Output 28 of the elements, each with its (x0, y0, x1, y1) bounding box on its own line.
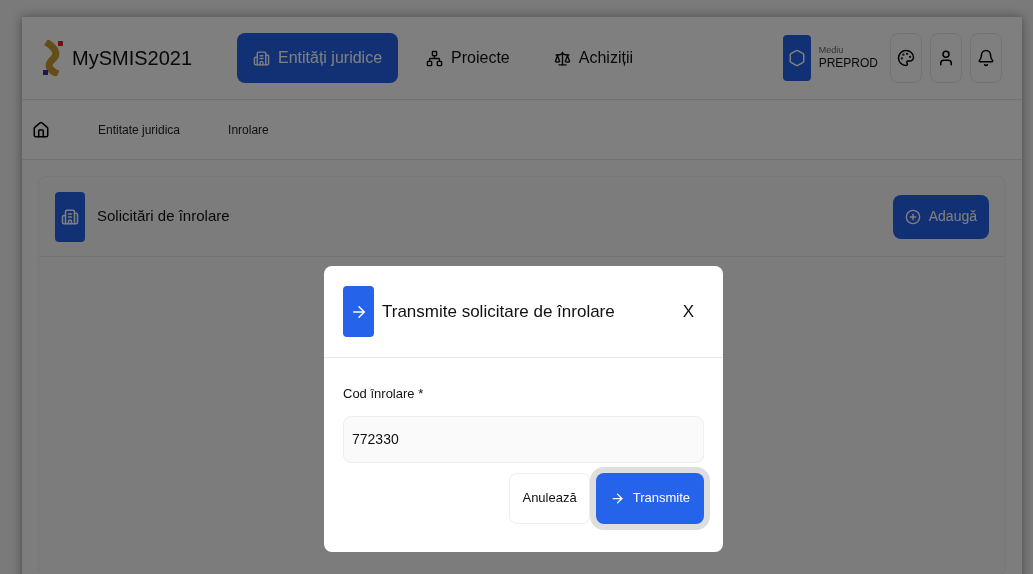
user-icon[interactable] (930, 33, 962, 83)
dialog-title: Transmite solicitare de înrolare (382, 300, 615, 323)
submit-button[interactable]: Transmite (595, 472, 704, 524)
breadcrumb-link[interactable]: Inrolare (212, 120, 269, 139)
panel-title: Solicitări de înrolare (97, 206, 230, 227)
arrow-icon (609, 490, 625, 506)
breadcrumb-link[interactable]: Entitate juridica (82, 120, 181, 139)
bell-icon[interactable] (970, 33, 1002, 83)
app-title: MySMIS2021 (72, 46, 193, 71)
field-label: Cod înrolare * (343, 385, 425, 403)
plus-icon (904, 208, 921, 225)
cancel-button[interactable]: Anulează (509, 472, 590, 524)
logo-icon (42, 40, 64, 76)
nav-tab[interactable]: Proiecte (410, 33, 526, 83)
building-icon (55, 191, 85, 242)
nav-icon (253, 49, 270, 67)
add-button[interactable]: Adaugă (892, 194, 989, 239)
nav-tab[interactable]: Achiziții (537, 33, 649, 83)
environment-value: PREPROD (818, 56, 878, 72)
nav-icon (553, 49, 571, 67)
home-icon[interactable] (32, 120, 50, 139)
palette-icon[interactable] (890, 33, 922, 83)
environment-icon (782, 35, 811, 81)
environment-label: Mediu (818, 44, 845, 57)
close-button[interactable]: X (682, 298, 694, 325)
nav-tab[interactable]: Entități juridice (237, 33, 399, 83)
input-field[interactable]: 772330 (343, 415, 704, 463)
nav-icon (426, 49, 444, 67)
